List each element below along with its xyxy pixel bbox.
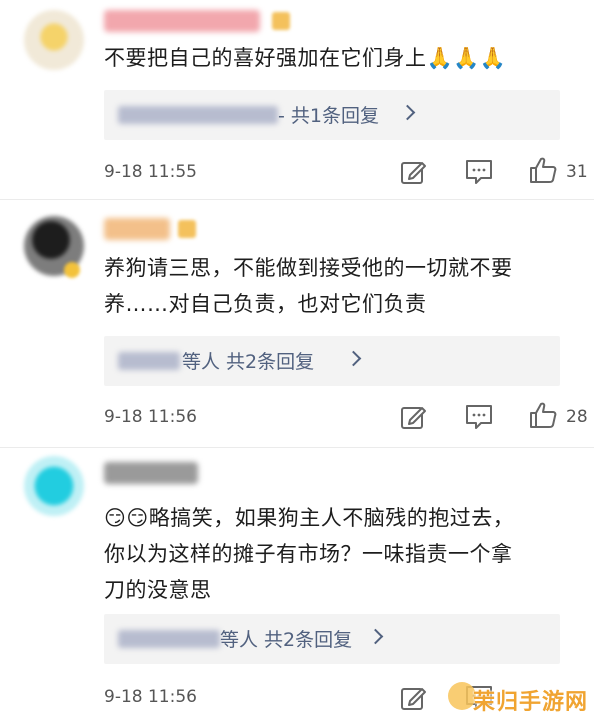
- comment-icon[interactable]: [464, 157, 494, 187]
- username-blurred[interactable]: [104, 10, 260, 32]
- comment-text-line: 不要把自己的喜好强加在它们身上🙏🙏🙏: [104, 46, 507, 70]
- comment-text-line: 养……对自己负责，也对它们负责: [104, 292, 427, 316]
- comment-text: 养狗请三思，不能做到接受他的一切就不要 养……对自己负责，也对它们负责: [104, 250, 564, 322]
- comment-text-line: 你以为这样的摊子有市场？一味指责一个拿: [104, 542, 513, 566]
- user-avatar[interactable]: [24, 456, 84, 516]
- watermark-logo: [448, 682, 476, 710]
- user-badge-icon: [178, 220, 196, 238]
- reply-usernames-blurred: [118, 630, 220, 648]
- edit-icon[interactable]: [398, 683, 428, 713]
- comment-text: 😏😏略搞笑，如果狗主人不脑残的抱过去， 你以为这样的摊子有市场？一味指责一个拿 …: [104, 500, 564, 608]
- comment-text-line: 养狗请三思，不能做到接受他的一切就不要: [104, 256, 513, 280]
- chevron-right-icon: [399, 104, 416, 121]
- like-count: 28: [566, 407, 588, 427]
- user-badge-icon: [272, 12, 290, 30]
- divider: [0, 447, 594, 448]
- reply-count-text: - 共1条回复: [278, 105, 379, 127]
- edit-icon[interactable]: [398, 402, 428, 432]
- divider: [0, 199, 594, 200]
- avatar-badge-icon: [64, 262, 80, 278]
- watermark: 茉归手游网: [472, 690, 588, 715]
- edit-icon[interactable]: [398, 157, 428, 187]
- reply-usernames-blurred: [118, 106, 278, 124]
- thumbs-up-icon[interactable]: [528, 400, 558, 430]
- username-blurred[interactable]: [104, 218, 170, 240]
- thumbs-up-icon[interactable]: [528, 155, 558, 185]
- reply-usernames-blurred: [118, 352, 180, 370]
- comment-time: 9-18 11:56: [104, 407, 197, 427]
- comment-time: 9-18 11:55: [104, 162, 197, 182]
- user-avatar[interactable]: [24, 10, 84, 70]
- replies-link[interactable]: 等人 共2条回复: [104, 614, 560, 664]
- reply-count-text: 等人 共2条回复: [220, 629, 353, 651]
- replies-link[interactable]: - 共1条回复: [104, 90, 560, 140]
- chevron-right-icon: [345, 350, 362, 367]
- replies-link[interactable]: 等人 共2条回复: [104, 336, 560, 386]
- username-blurred[interactable]: [104, 462, 198, 484]
- chevron-right-icon: [367, 628, 384, 645]
- comment-text-line: 😏😏略搞笑，如果狗主人不脑残的抱过去，: [104, 506, 515, 530]
- reply-count-text: 等人 共2条回复: [182, 351, 315, 373]
- comment-icon[interactable]: [464, 402, 494, 432]
- like-count: 31: [566, 162, 588, 182]
- comment-time: 9-18 11:56: [104, 687, 197, 707]
- comment-text-line: 刀的没意思: [104, 578, 212, 602]
- comment-text: 不要把自己的喜好强加在它们身上🙏🙏🙏: [104, 40, 564, 76]
